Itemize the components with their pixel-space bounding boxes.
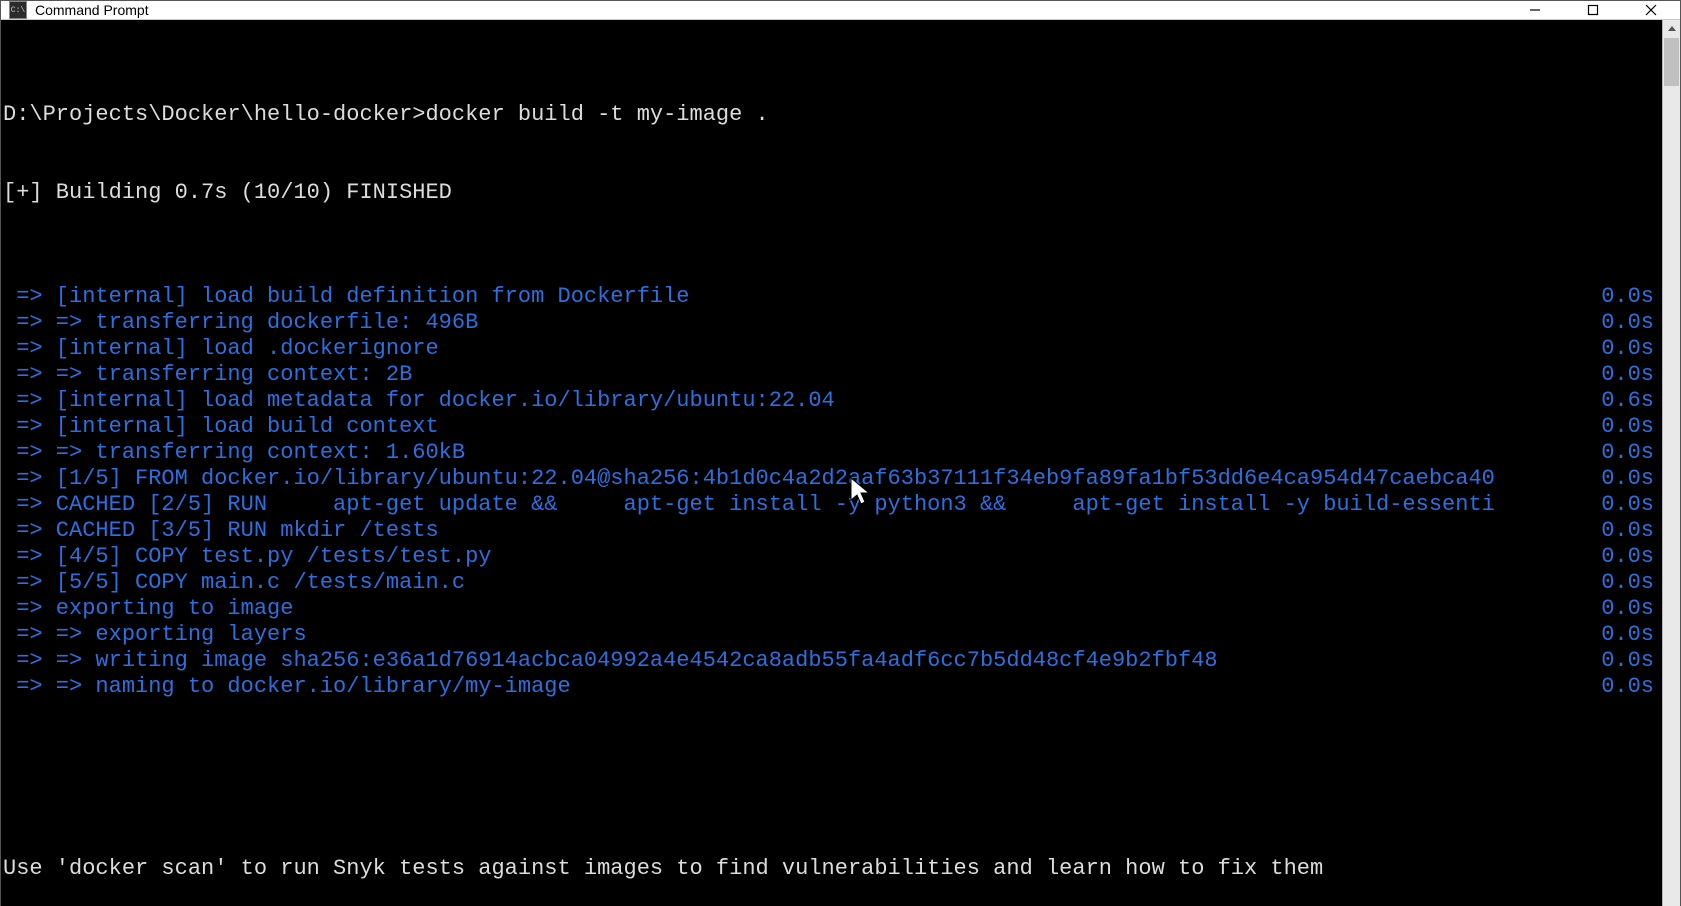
scan-hint-line: Use 'docker scan' to run Snyk tests agai…	[3, 856, 1660, 882]
build-step-time: 0.0s	[1601, 414, 1660, 440]
build-step-line: => [1/5] FROM docker.io/library/ubuntu:2…	[3, 466, 1660, 492]
build-step-line: => => writing image sha256:e36a1d76914ac…	[3, 648, 1660, 674]
close-icon	[1645, 4, 1657, 16]
build-step-text: => [internal] load build definition from…	[3, 284, 1601, 310]
build-step-line: => [4/5] COPY test.py /tests/test.py0.0s	[3, 544, 1660, 570]
prompt-text: D:\Projects\Docker\hello-docker>	[3, 102, 425, 128]
build-step-time: 0.0s	[1601, 466, 1660, 492]
build-step-line: => => naming to docker.io/library/my-ima…	[3, 674, 1660, 700]
prompt-line: D:\Projects\Docker\hello-docker>docker b…	[3, 102, 1660, 128]
build-step-line: => => transferring context: 2B0.0s	[3, 362, 1660, 388]
minimize-button[interactable]	[1506, 1, 1564, 19]
build-step-time: 0.0s	[1601, 310, 1660, 336]
build-step-line: => [internal] load build context0.0s	[3, 414, 1660, 440]
cmd-icon	[9, 1, 27, 19]
close-button[interactable]	[1622, 1, 1680, 19]
build-step-line: => [internal] load build definition from…	[3, 284, 1660, 310]
scrollbar-thumb[interactable]	[1664, 38, 1679, 86]
build-step-time: 0.0s	[1601, 336, 1660, 362]
build-header: [+] Building 0.7s (10/10) FINISHED	[3, 180, 452, 206]
build-step-time: 0.0s	[1601, 544, 1660, 570]
build-step-time: 0.0s	[1601, 570, 1660, 596]
build-step-line: => => transferring dockerfile: 496B0.0s	[3, 310, 1660, 336]
terminal-output[interactable]: D:\Projects\Docker\hello-docker>docker b…	[1, 20, 1662, 906]
build-header-line: [+] Building 0.7s (10/10) FINISHED	[3, 180, 1660, 206]
build-step-text: => => transferring context: 1.60kB	[3, 440, 1601, 466]
build-step-line: => CACHED [2/5] RUN apt-get update && ap…	[3, 492, 1660, 518]
build-step-text: => => transferring dockerfile: 496B	[3, 310, 1601, 336]
build-step-text: => CACHED [2/5] RUN apt-get update && ap…	[3, 492, 1601, 518]
build-step-line: => [internal] load metadata for docker.i…	[3, 388, 1660, 414]
build-step-text: => CACHED [3/5] RUN mkdir /tests	[3, 518, 1601, 544]
build-step-time: 0.0s	[1601, 362, 1660, 388]
build-step-line: => [5/5] COPY main.c /tests/main.c0.0s	[3, 570, 1660, 596]
build-step-line: => => transferring context: 1.60kB0.0s	[3, 440, 1660, 466]
build-step-text: => [internal] load .dockerignore	[3, 336, 1601, 362]
build-step-text: => => exporting layers	[3, 622, 1601, 648]
build-step-text: => [5/5] COPY main.c /tests/main.c	[3, 570, 1601, 596]
build-step-line: => CACHED [3/5] RUN mkdir /tests0.0s	[3, 518, 1660, 544]
command-text: docker build -t my-image .	[425, 102, 768, 128]
command-prompt-window: Command Prompt D:\Projects\Docker\hello-…	[0, 0, 1681, 906]
build-step-line: => exporting to image0.0s	[3, 596, 1660, 622]
build-step-text: => [1/5] FROM docker.io/library/ubuntu:2…	[3, 466, 1601, 492]
chevron-up-icon	[1667, 24, 1677, 34]
build-step-time: 0.0s	[1601, 622, 1660, 648]
build-step-text: => => naming to docker.io/library/my-ima…	[3, 674, 1601, 700]
window-controls	[1506, 1, 1680, 19]
build-step-time: 0.0s	[1601, 674, 1660, 700]
vertical-scrollbar[interactable]	[1662, 20, 1680, 906]
build-step-time: 0.0s	[1601, 492, 1660, 518]
build-step-text: => exporting to image	[3, 596, 1601, 622]
scrollbar-track[interactable]	[1663, 38, 1680, 906]
maximize-icon	[1587, 4, 1599, 16]
scan-hint: Use 'docker scan' to run Snyk tests agai…	[3, 856, 1323, 882]
scroll-up-button[interactable]	[1663, 20, 1680, 38]
build-step-time: 0.0s	[1601, 648, 1660, 674]
build-step-text: => => transferring context: 2B	[3, 362, 1601, 388]
blank-line	[3, 778, 1660, 804]
minimize-icon	[1529, 4, 1541, 16]
window-title: Command Prompt	[35, 2, 149, 18]
build-step-time: 0.6s	[1601, 388, 1660, 414]
client-area: D:\Projects\Docker\hello-docker>docker b…	[1, 20, 1680, 906]
build-step-text: => [4/5] COPY test.py /tests/test.py	[3, 544, 1601, 570]
build-step-line: => [internal] load .dockerignore0.0s	[3, 336, 1660, 362]
build-step-time: 0.0s	[1601, 440, 1660, 466]
titlebar[interactable]: Command Prompt	[1, 1, 1680, 20]
build-step-text: => [internal] load metadata for docker.i…	[3, 388, 1601, 414]
build-step-text: => [internal] load build context	[3, 414, 1601, 440]
build-step-time: 0.0s	[1601, 518, 1660, 544]
build-step-time: 0.0s	[1601, 284, 1660, 310]
maximize-button[interactable]	[1564, 1, 1622, 19]
build-step-text: => => writing image sha256:e36a1d76914ac…	[3, 648, 1601, 674]
build-step-line: => => exporting layers0.0s	[3, 622, 1660, 648]
build-step-time: 0.0s	[1601, 596, 1660, 622]
